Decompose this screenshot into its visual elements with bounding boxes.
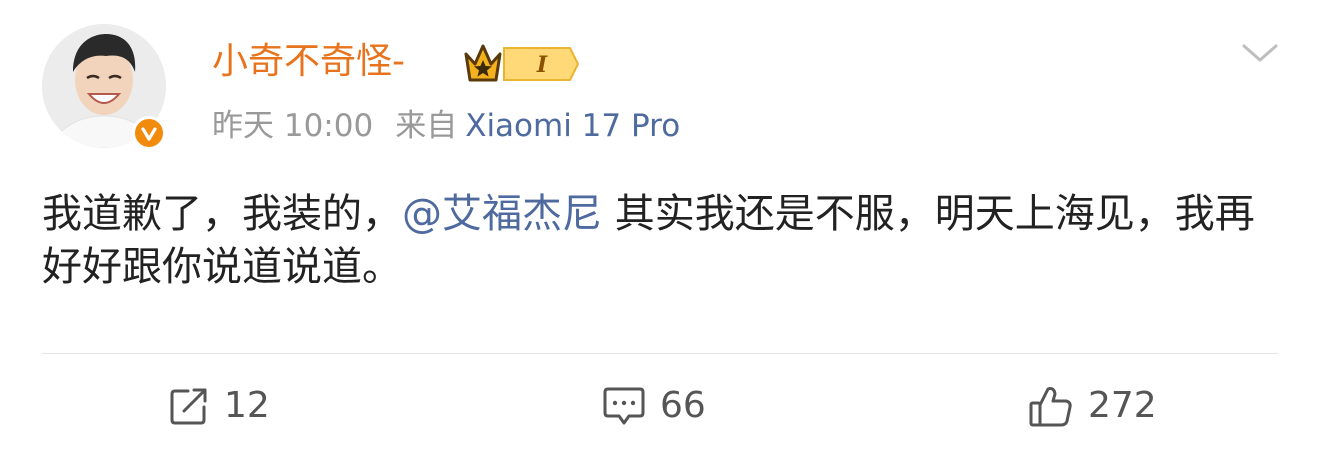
- comment-icon: [603, 387, 645, 425]
- vip-level: I: [536, 52, 548, 78]
- divider: [42, 353, 1278, 354]
- like-count: 272: [1088, 385, 1157, 426]
- repost-count: 12: [224, 385, 270, 426]
- source-label: 来自: [395, 108, 458, 144]
- post-time: 昨天 10:00: [212, 108, 374, 144]
- vip-badge[interactable]: I: [462, 38, 582, 84]
- chevron-down-icon[interactable]: [1240, 40, 1280, 66]
- username[interactable]: 小奇不奇怪-: [212, 40, 405, 84]
- like-button[interactable]: 272: [1028, 382, 1157, 430]
- crown-icon: [464, 44, 502, 82]
- comment-count: 66: [660, 385, 706, 426]
- mention-link[interactable]: @艾福杰尼: [402, 191, 602, 237]
- post-text-part: 我道歉了，我装的，: [42, 191, 402, 237]
- like-icon: [1029, 387, 1072, 427]
- post-text: 我道歉了，我装的，@艾福杰尼 其实我还是不服，明天上海见，我再好好跟你说道说道。: [42, 188, 1278, 294]
- verified-icon: [132, 116, 166, 150]
- source-device-link[interactable]: Xiaomi 17 Pro: [465, 108, 680, 144]
- repost-button[interactable]: 12: [168, 382, 270, 430]
- comment-button[interactable]: 66: [602, 382, 706, 430]
- post-meta: 昨天 10:00 来自 Xiaomi 17 Pro: [212, 106, 680, 146]
- repost-icon: [170, 388, 207, 425]
